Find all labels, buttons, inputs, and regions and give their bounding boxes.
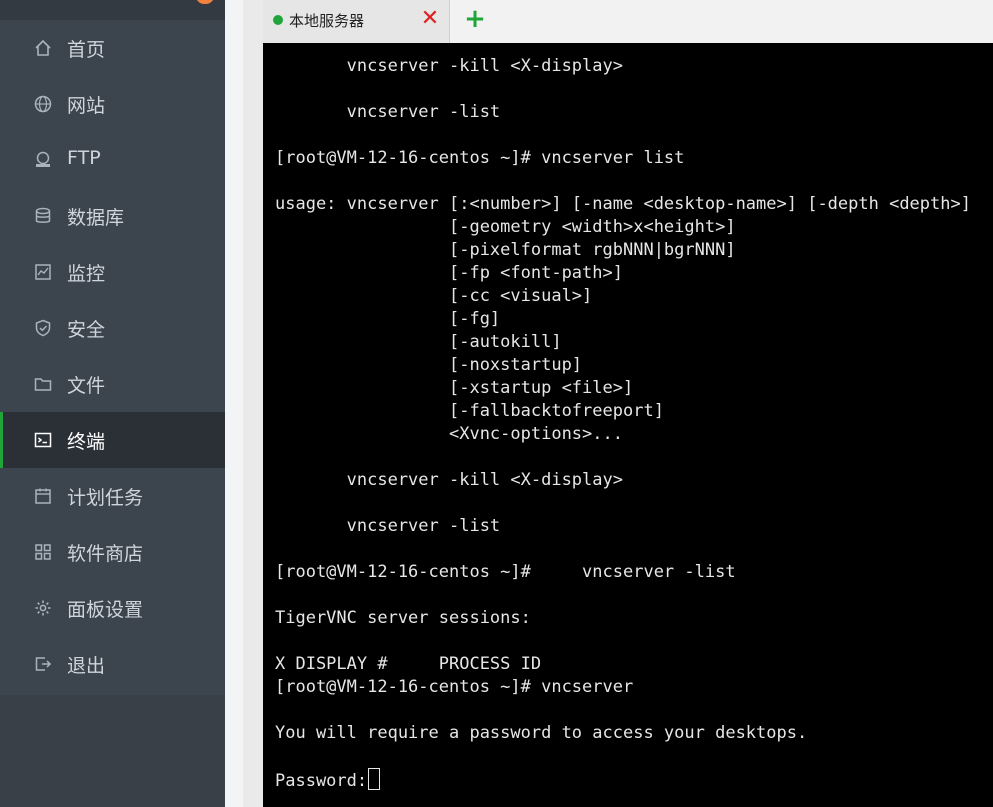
tab-title: 本地服务器	[289, 12, 365, 30]
sidebar-item-cron[interactable]: 计划任务	[0, 468, 225, 524]
terminal-line: vncserver -kill <X-display>	[275, 470, 623, 490]
terminal-line: [root@VM-12-16-centos ~]# vncserver	[275, 677, 634, 697]
globe-icon	[34, 95, 52, 113]
sidebar-item-files[interactable]: 文件	[0, 356, 225, 412]
terminal-line: [-fg]	[275, 309, 501, 329]
terminal-line: [-fallbacktofreeport]	[275, 401, 664, 421]
sidebar-item-label: 软件商店	[67, 543, 144, 565]
terminal-line: [-autokill]	[275, 332, 562, 352]
terminal-line: [-noxstartup]	[275, 355, 583, 375]
sidebar-menu: 首页 网站 FTP 数据库 监控 安全 文件 终端 计划任务 软件商店 面板设置…	[0, 20, 225, 692]
notification-badge	[196, 0, 214, 4]
sidebar-item-label: FTP	[67, 147, 101, 169]
terminal-tabbar: 本地服务器 ✕ +	[263, 0, 993, 44]
terminal-line: <Xvnc-options>...	[275, 424, 623, 444]
folder-icon	[34, 378, 52, 391]
sidebar-item-database[interactable]: 数据库	[0, 188, 225, 244]
close-icon[interactable]: ✕	[419, 8, 441, 30]
terminal-line: [-pixelformat rgbNNN|bgrNNN]	[275, 240, 736, 260]
database-icon	[35, 207, 51, 223]
sidebar: 首页 网站 FTP 数据库 监控 安全 文件 终端 计划任务 软件商店 面板设置…	[0, 0, 225, 807]
sidebar-item-label: 计划任务	[67, 487, 144, 509]
terminal-line: You will require a password to access yo…	[275, 723, 808, 743]
sidebar-item-label: 安全	[67, 319, 106, 341]
terminal-line: [-fp <font-path>]	[275, 263, 623, 283]
terminal-line: vncserver -list	[275, 102, 501, 122]
terminal-line: [-xstartup <file>]	[275, 378, 634, 398]
terminal-line: vncserver -list	[275, 516, 501, 536]
terminal-line: [-cc <visual>]	[275, 286, 593, 306]
status-dot	[273, 15, 283, 25]
terminal-line: usage: vncserver [:<number>] [-name <des…	[275, 194, 971, 214]
sidebar-item-label: 数据库	[67, 207, 125, 229]
sidebar-item-security[interactable]: 安全	[0, 300, 225, 356]
sidebar-item-label: 面板设置	[67, 599, 144, 621]
monitor-icon	[35, 264, 51, 280]
prompt-text: Password:	[275, 771, 368, 791]
terminal-line: [root@VM-12-16-centos ~]# vncserver list	[275, 148, 685, 168]
sidebar-item-store[interactable]: 软件商店	[0, 524, 225, 580]
gear-icon	[35, 600, 51, 616]
sidebar-item-home[interactable]: 首页	[0, 20, 225, 76]
sidebar-item-label: 首页	[67, 39, 106, 61]
terminal-line: X DISPLAY # PROCESS ID	[275, 654, 542, 674]
terminal-line: TigerVNC server sessions:	[275, 608, 531, 628]
terminal-icon	[34, 432, 52, 448]
apps-icon	[35, 544, 51, 560]
terminal-window[interactable]: vncserver -kill <X-display> vncserver -l…	[263, 43, 993, 807]
sidebar-item-settings[interactable]: 面板设置	[0, 580, 225, 636]
sidebar-item-website[interactable]: 网站	[0, 76, 225, 132]
sidebar-item-terminal[interactable]: 终端	[0, 412, 225, 468]
sidebar-item-label: 监控	[67, 263, 106, 285]
terminal-line: [root@VM-12-16-centos ~]# vncserver -lis…	[275, 562, 736, 582]
sidebar-item-label: 网站	[67, 95, 106, 117]
terminal-output: vncserver -kill <X-display> vncserver -l…	[275, 55, 971, 791]
ftp-icon	[36, 151, 50, 167]
calendar-icon	[35, 488, 51, 504]
logout-icon	[35, 657, 52, 671]
sidebar-item-monitor[interactable]: 监控	[0, 244, 225, 300]
tab-local-server[interactable]: 本地服务器 ✕	[263, 0, 450, 43]
terminal-line: [-geometry <width>x<height>]	[275, 217, 736, 237]
home-icon	[35, 39, 51, 56]
shield-icon	[35, 319, 51, 337]
sidebar-item-label: 文件	[67, 375, 106, 397]
terminal-line: vncserver -kill <X-display>	[275, 56, 623, 76]
add-tab-icon[interactable]: +	[463, 6, 487, 32]
sidebar-item-ftp[interactable]: FTP	[0, 132, 225, 188]
sidebar-top	[0, 0, 225, 20]
sidebar-footer	[0, 695, 225, 807]
content-gutter-inner	[243, 0, 263, 807]
terminal-cursor[interactable]	[368, 768, 381, 790]
sidebar-item-label: 终端	[67, 431, 106, 453]
sidebar-item-logout[interactable]: 退出	[0, 636, 225, 692]
password-prompt: Password:	[275, 768, 971, 791]
sidebar-item-label: 退出	[67, 655, 106, 677]
